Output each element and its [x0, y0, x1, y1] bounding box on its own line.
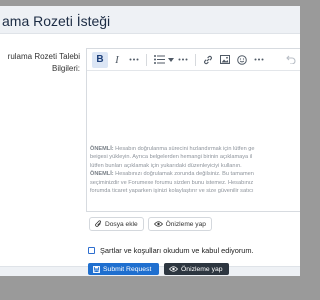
- more-options-icon[interactable]: [126, 52, 142, 68]
- submit-request-label: Submit Request: [103, 265, 152, 273]
- rich-text-editor[interactable]: B I ÖNEMLİ: Hesabın doğrulanma sürecini …: [86, 48, 300, 231]
- terms-label[interactable]: Şartlar ve koşulları okudum ve kabul edi…: [100, 246, 254, 255]
- submit-request-button[interactable]: Submit Request: [88, 263, 159, 275]
- toolbar-divider: [146, 53, 147, 66]
- undo-icon[interactable]: [283, 52, 299, 68]
- note-bold-label: ÖNEMLİ:: [90, 146, 114, 152]
- note-line: lütfen bunları açıklamak için yukarıdaki…: [90, 162, 242, 169]
- editor-toolbar: B I: [87, 49, 300, 71]
- terms-checkbox[interactable]: [88, 247, 95, 254]
- attach-file-label: Dosya ekle: [105, 220, 138, 228]
- editor-preview-button[interactable]: Önizleme yap: [147, 217, 212, 231]
- list-icon[interactable]: [151, 52, 167, 68]
- footer-preview-button[interactable]: Önizleme yap: [164, 263, 229, 275]
- toolbar-divider: [195, 53, 196, 66]
- note-line: ÖNEMLİ: Hesabın doğrulanma sürecini hızl…: [90, 145, 300, 153]
- more-options-icon[interactable]: [175, 52, 191, 68]
- more-options-icon[interactable]: [251, 52, 267, 68]
- modal-header: ama Rozeti İsteği: [0, 6, 300, 34]
- attach-file-button[interactable]: Dosya ekle: [89, 217, 144, 231]
- modal-dialog: ama Rozeti İsteği rulama Rozeti Talebi B…: [0, 6, 300, 276]
- note-bold-label: ÖNEMLİ:: [90, 171, 114, 178]
- save-icon: [93, 265, 100, 273]
- list-dropdown-icon[interactable]: [168, 52, 174, 68]
- editor-note: ÖNEMLİ: Hesabın doğrulanma sürecini hızl…: [90, 145, 300, 195]
- footer-preview-label: Önizleme yap: [181, 265, 223, 273]
- note-text: Hesabın doğrulanma sürecini hızlandırmak…: [113, 146, 255, 152]
- bold-icon[interactable]: B: [92, 51, 108, 68]
- note-text: Hesabınızı doğrulamak zorunda değilsiniz…: [113, 171, 254, 178]
- terms-row: Şartlar ve koşulları okudum ve kabul edi…: [88, 246, 254, 255]
- note-line: ÖNEMLİ: Hesabınızı doğrulamak zorunda de…: [90, 170, 300, 178]
- note-line: beigesi yükleyin. Ayrıca belgelerden hem…: [90, 154, 253, 161]
- eye-icon: [169, 266, 178, 272]
- field-label-line2: Bilgileri:: [51, 64, 80, 73]
- link-icon[interactable]: [200, 52, 216, 68]
- field-label-line1: rulama Rozeti Talebi: [7, 52, 80, 61]
- editor-actions: Dosya ekle Önizleme yap: [89, 217, 212, 231]
- modal-title: ama Rozeti İsteği: [2, 13, 111, 29]
- paperclip-icon: [95, 220, 101, 227]
- note-line: forumda ticaret yaparken işinizi kolayla…: [90, 188, 254, 195]
- image-icon[interactable]: [217, 52, 233, 68]
- emoji-icon[interactable]: [234, 52, 250, 68]
- italic-icon[interactable]: I: [109, 52, 125, 68]
- editor-preview-label: Önizleme yap: [165, 220, 206, 228]
- field-label: rulama Rozeti Talebi Bilgileri:: [0, 51, 80, 75]
- eye-icon: [153, 221, 163, 227]
- note-line: seçiminizdir ve Forumexe forumu sizden b…: [90, 179, 254, 186]
